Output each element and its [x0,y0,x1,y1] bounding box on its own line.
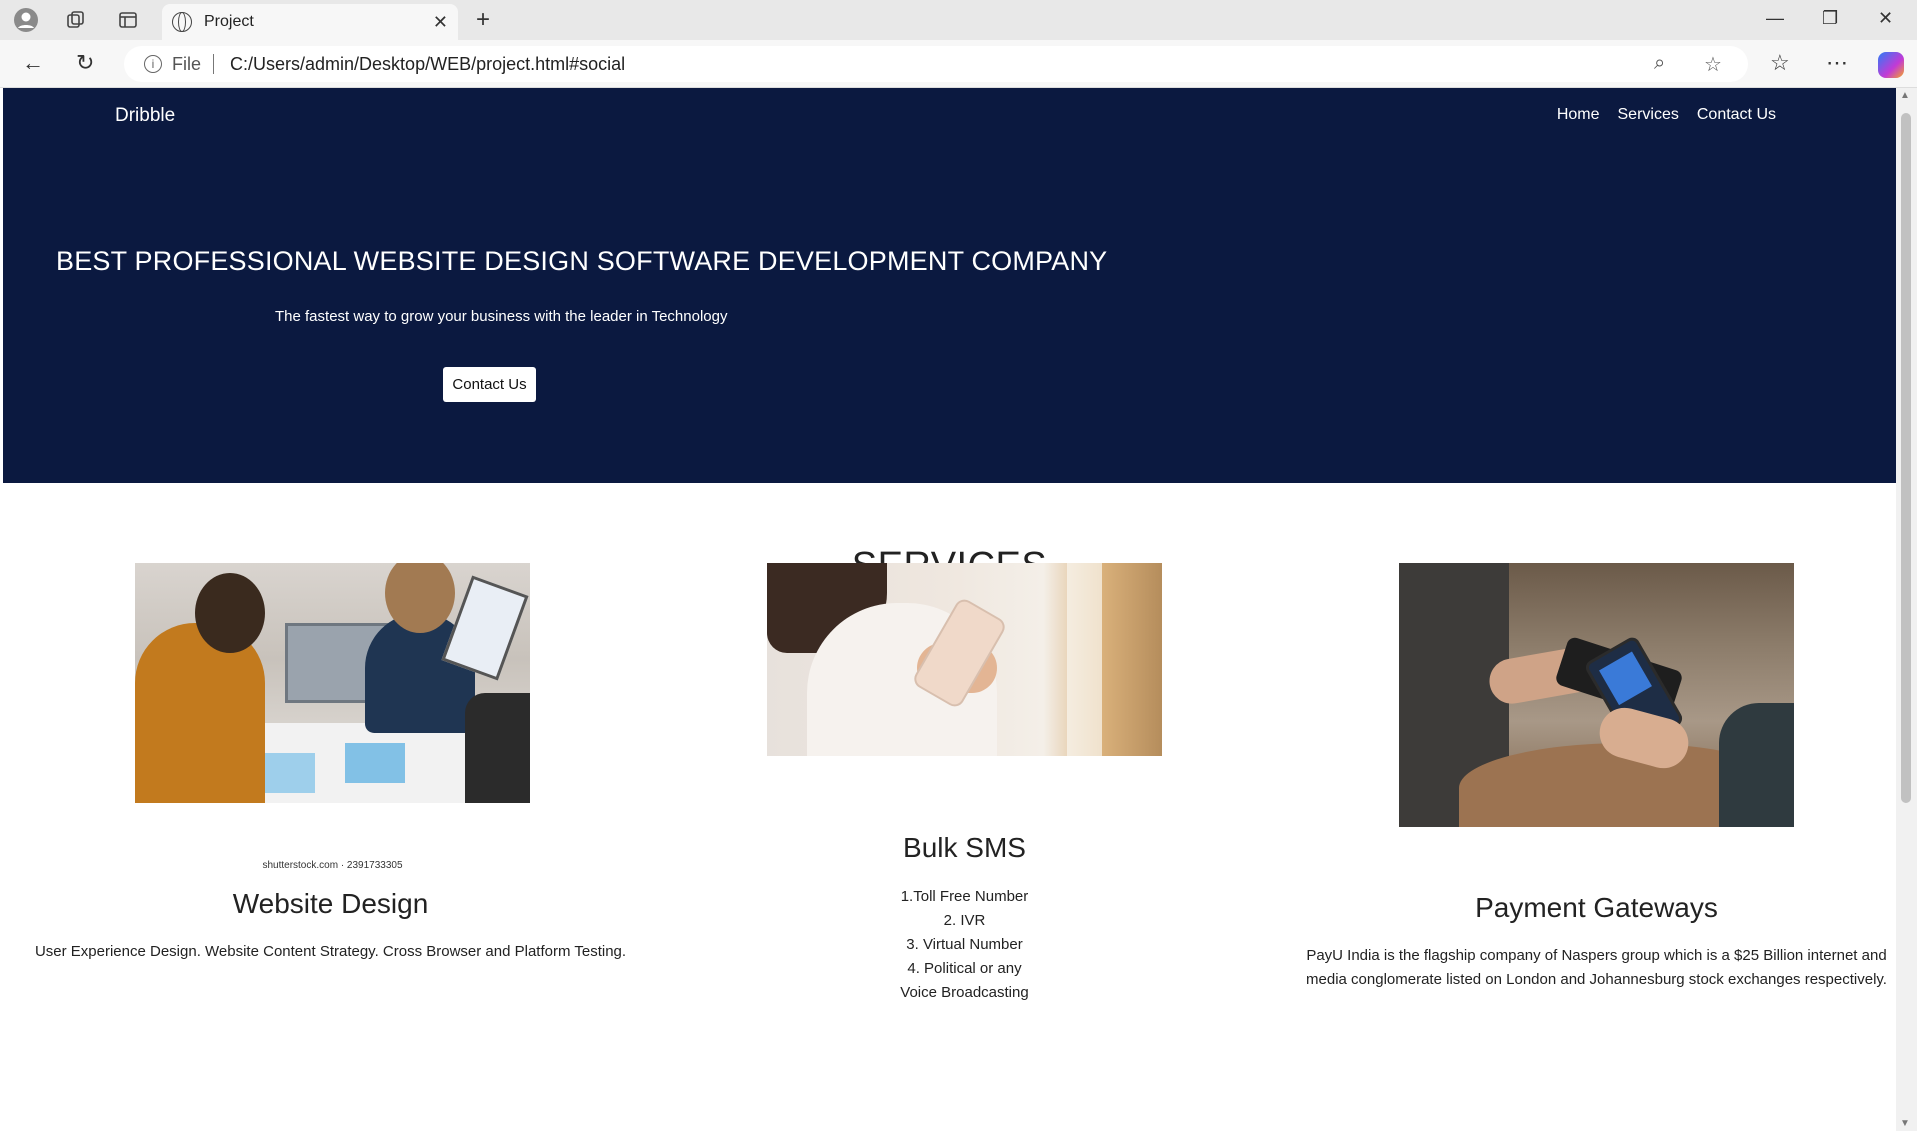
website-design-image [135,563,530,803]
payment-gateways-image [1399,563,1794,827]
card-title-payment-gateways: Payment Gateways [1475,892,1718,923]
tab-actions-icon[interactable] [114,6,142,34]
file-label: File [172,53,202,74]
close-window-icon[interactable]: ✕ [1878,8,1893,29]
new-tab-icon[interactable]: + [476,6,490,34]
tab-project[interactable]: Project ✕ [162,4,458,40]
card-text-payment-gateways: PayU India is the flagship company of Na… [1299,944,1894,992]
image-watermark: shutterstock.com · 2391733305 [262,860,403,871]
favorites-icon[interactable]: ☆ [1770,50,1790,76]
payment-text-line: PayU India is the flagship company of Na… [1306,947,1887,964]
zoom-icon[interactable]: ⌕ [1654,52,1665,75]
scroll-down-icon[interactable]: ▼ [1900,1118,1910,1129]
bulk-sms-item: 4. Political or any [907,960,1022,977]
card-title-bulk-sms: Bulk SMS [903,832,1026,863]
workspaces-icon[interactable] [62,6,90,34]
hero-subheading: The fastest way to grow your business wi… [275,308,728,325]
info-icon[interactable]: i [144,55,162,73]
back-icon[interactable]: ← [22,50,44,76]
card-title-website-design: Website Design [232,888,429,919]
scroll-thumb[interactable] [1901,113,1911,803]
address-toolbar: ← ↻ i File C:/Users/admin/Desktop/WEB/pr… [0,40,1917,88]
nav-services[interactable]: Services [1618,106,1679,124]
more-menu-icon[interactable]: ⋯ [1826,50,1848,76]
address-divider [213,54,215,74]
url-text[interactable]: C:/Users/admin/Desktop/WEB/project.html#… [230,54,625,75]
browser-tab-bar: Project ✕ + — ❐ ✕ [0,0,1917,40]
globe-icon [172,12,192,32]
nav-home[interactable]: Home [1557,106,1600,124]
page-scrollbar[interactable]: ▲ ▼ [1896,88,1917,1131]
profile-icon[interactable] [12,6,40,34]
address-bar[interactable]: i File C:/Users/admin/Desktop/WEB/projec… [124,46,1748,82]
page-viewport: Dribble Home Services Contact Us BEST PR… [3,88,1896,1131]
bulk-sms-item: 2. IVR [943,912,986,929]
hero-heading: BEST PROFESSIONAL WEBSITE DESIGN SOFTWAR… [56,246,1108,276]
payment-text-line: media conglomerate listed on London and … [1306,971,1887,988]
contact-us-button[interactable]: Contact Us [443,367,536,402]
bulk-sms-item: 1.Toll Free Number [900,888,1029,905]
scroll-up-icon[interactable]: ▲ [1900,90,1910,101]
tab-title: Project [204,13,254,30]
bulk-sms-item: Voice Broadcasting [900,984,1029,1001]
brand-logo[interactable]: Dribble [115,105,175,127]
nav-contact-us[interactable]: Contact Us [1697,106,1776,124]
reload-icon[interactable]: ↻ [76,50,94,76]
card-text-website-design: User Experience Design. Website Content … [34,943,627,960]
minimize-icon[interactable]: — [1766,8,1784,29]
card-list-bulk-sms: 1.Toll Free Number 2. IVR 3. Virtual Num… [667,885,1262,1005]
favorite-star-icon[interactable]: ☆ [1704,52,1722,77]
bulk-sms-item: 3. Virtual Number [906,936,1023,953]
bulk-sms-image [767,563,1162,756]
close-tab-icon[interactable]: ✕ [433,12,448,33]
restore-icon[interactable]: ❐ [1822,8,1838,29]
top-nav: Home Services Contact Us [1557,106,1776,124]
copilot-icon[interactable] [1878,52,1904,78]
hero-section: Dribble Home Services Contact Us BEST PR… [3,88,1896,483]
